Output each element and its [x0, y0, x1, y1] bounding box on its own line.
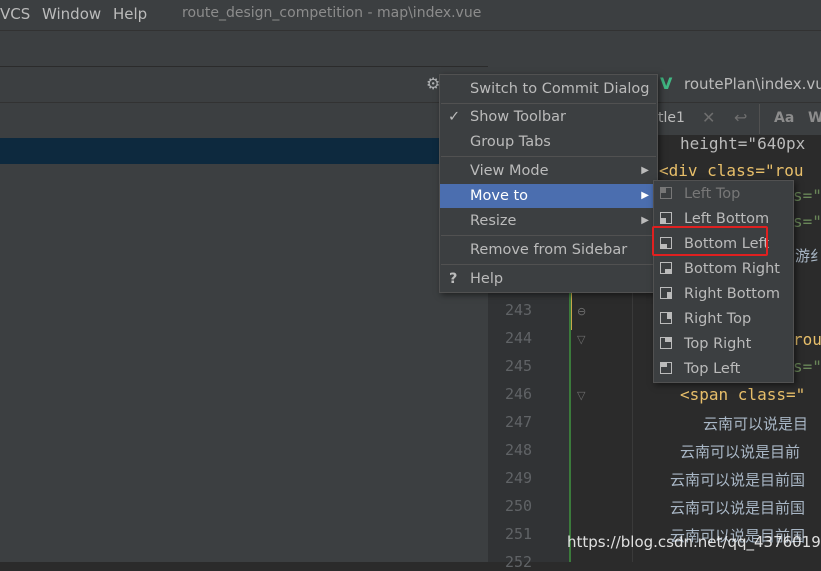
tool-window-toolbar — [0, 102, 488, 139]
line-number: 249 — [505, 469, 533, 487]
line-number: 243 — [505, 301, 533, 319]
top-left-icon — [660, 362, 672, 374]
line-number: 247 — [505, 413, 533, 431]
fold-icon[interactable]: ▽ — [577, 389, 585, 402]
editor-tab-label[interactable]: routePlan\index.vue — [684, 75, 821, 93]
menu-item-show-toolbar[interactable]: ✓ Show Toolbar — [440, 105, 657, 129]
toolbar — [0, 30, 821, 67]
window-title: route_design_competition - map\index.vue — [182, 5, 482, 21]
tool-window-body — [0, 164, 488, 562]
menu-separator — [441, 264, 656, 265]
menu-vcs[interactable]: VCS — [0, 5, 30, 23]
menu-separator — [441, 156, 656, 157]
chevron-right-icon: ▶ — [641, 190, 649, 201]
menu-item-right-bottom[interactable]: Right Bottom — [654, 282, 793, 306]
code-line: <span class=" — [680, 385, 806, 404]
chevron-right-icon: ▶ — [641, 215, 649, 226]
vue-file-icon: V — [660, 74, 673, 93]
move-to-submenu: Left Top Left Bottom Bottom Left Bottom … — [653, 180, 794, 383]
menu-item-switch-to-commit-dialog[interactable]: Switch to Commit Dialog — [440, 77, 657, 101]
menu-item-remove-from-sidebar[interactable]: Remove from Sidebar — [440, 238, 657, 262]
bottom-right-icon — [660, 262, 672, 274]
code-line: rou — [793, 330, 821, 349]
code-line: 云南可以说是目 — [703, 415, 809, 433]
match-case-toggle[interactable]: Aa — [774, 110, 794, 126]
code-line: s=" — [793, 186, 821, 205]
line-number: 245 — [505, 357, 533, 375]
fold-icon[interactable]: ⊖ — [577, 305, 586, 318]
menu-help[interactable]: Help — [113, 5, 147, 23]
code-line: 游纟 — [795, 247, 821, 265]
line-number: 251 — [505, 525, 533, 543]
chevron-right-icon: ▶ — [641, 165, 649, 176]
tool-window-context-menu: Switch to Commit Dialog ✓ Show Toolbar G… — [439, 74, 658, 293]
code-line: <div class="rou — [659, 161, 804, 180]
right-bottom-icon — [660, 287, 672, 299]
check-icon: ✓ — [448, 109, 461, 125]
menu-item-left-top[interactable]: Left Top — [654, 182, 793, 206]
menu-item-view-mode[interactable]: View Mode ▶ — [440, 159, 657, 183]
menu-item-move-to[interactable]: Move to ▶ — [440, 184, 657, 208]
left-bottom-icon — [660, 212, 672, 224]
watermark: https://blog.csdn.net/qq_43760194 — [567, 533, 821, 551]
code-line: s=" — [793, 357, 821, 376]
code-line: s=" — [793, 212, 821, 231]
vcs-change-marker — [569, 290, 571, 562]
menu-item-help[interactable]: ? Help — [440, 267, 657, 291]
tool-window-header — [0, 66, 488, 103]
menu-window[interactable]: Window — [42, 5, 101, 23]
left-top-icon — [660, 187, 672, 199]
caret-line-marker — [571, 290, 572, 330]
menu-item-top-right[interactable]: Top Right — [654, 332, 793, 356]
menu-bar: VCS Window Help route_design_competition… — [0, 0, 821, 30]
line-number: 244 — [505, 329, 533, 347]
code-line: 云南可以说是目前国 — [670, 471, 806, 489]
menu-item-right-top[interactable]: Right Top — [654, 307, 793, 331]
menu-item-resize[interactable]: Resize ▶ — [440, 209, 657, 233]
line-number: 248 — [505, 441, 533, 459]
help-icon: ? — [449, 271, 458, 287]
words-toggle[interactable]: W — [808, 110, 821, 126]
menu-separator — [441, 235, 656, 236]
divider — [759, 104, 760, 134]
top-right-icon — [660, 337, 672, 349]
line-number: 246 — [505, 385, 533, 403]
menu-item-group-tabs[interactable]: Group Tabs — [440, 130, 657, 154]
replace-icon[interactable]: ↩ — [734, 108, 747, 127]
line-number: 250 — [505, 497, 533, 515]
right-top-icon — [660, 312, 672, 324]
menu-item-top-left[interactable]: Top Left — [654, 357, 793, 381]
code-line: 云南可以说是目前 — [680, 443, 801, 461]
close-icon[interactable]: ✕ — [702, 108, 715, 127]
menu-item-bottom-right[interactable]: Bottom Right — [654, 257, 793, 281]
find-input[interactable]: tle1 — [658, 110, 685, 126]
annotation-highlight-box — [652, 226, 768, 256]
selected-row[interactable] — [0, 138, 488, 164]
code-line: height="640px — [680, 134, 806, 153]
line-number: 252 — [505, 553, 533, 571]
fold-icon[interactable]: ▽ — [577, 333, 585, 346]
menu-separator — [441, 103, 656, 104]
code-line: 云南可以说是目前国 — [670, 499, 806, 517]
